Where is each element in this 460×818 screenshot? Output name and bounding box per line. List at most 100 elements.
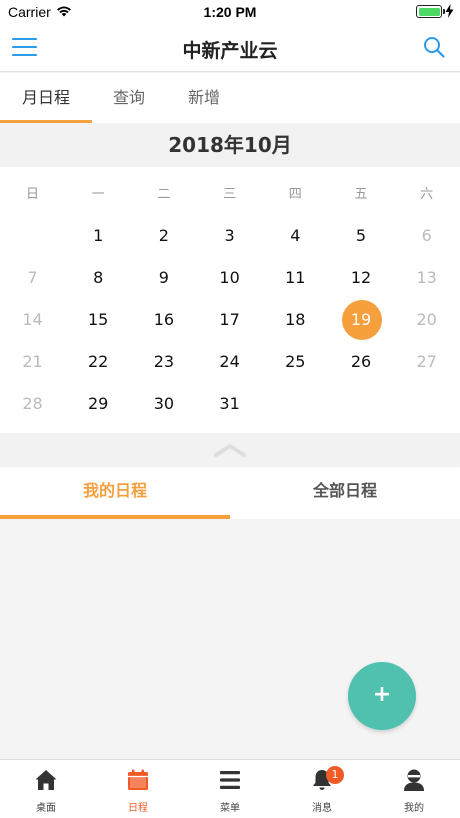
day-number: 12 (350, 268, 372, 287)
weekday-label: 一 (91, 187, 105, 202)
calendar-day[interactable]: 18 (263, 299, 328, 341)
battery-icon (416, 5, 445, 18)
tab-bar: 桌面 日程 菜单 1 消息 我的 (0, 759, 460, 818)
month-title: 2018年10月 (0, 123, 460, 167)
calendar: 2018年10月 日一二三四五六 1 2 3 4 5 6 7 8 9 10 11 12 13 14 15 16… (0, 123, 460, 433)
day-number: 10 (219, 268, 240, 287)
weekday-header: 日一二三四五六 (0, 183, 460, 203)
day-number: 28 (22, 394, 43, 413)
day-number: 15 (88, 310, 109, 329)
calendar-day[interactable]: 26 (329, 341, 394, 383)
calendar-day[interactable]: 2 (131, 215, 196, 257)
tab-bar-menu[interactable]: 菜单 (184, 760, 276, 818)
tab-bar-label: 消息 (312, 803, 332, 814)
calendar-day[interactable]: 5 (329, 215, 394, 257)
day-number: 11 (285, 268, 306, 287)
message-count-badge: 1 (326, 766, 344, 784)
calendar-day[interactable]: 7 (0, 257, 65, 299)
weekday-label: 四 (288, 187, 302, 202)
tab-all-schedule[interactable]: 全部日程 (230, 467, 460, 519)
day-number: 13 (416, 268, 437, 287)
weekday-label: 二 (157, 187, 171, 202)
calendar-day[interactable]: 1 (66, 215, 131, 257)
page-title: 中新产业云 (182, 40, 278, 62)
day-number: 14 (22, 310, 43, 329)
tab-bar-label: 日程 (128, 803, 148, 814)
calendar-day[interactable]: 27 (394, 341, 459, 383)
tab-bar-desktop[interactable]: 桌面 (0, 760, 92, 818)
weekday-label: 三 (223, 187, 237, 202)
calendar-day[interactable]: 13 (394, 257, 459, 299)
day-number: 19 (350, 310, 372, 329)
day-number: 2 (158, 226, 169, 245)
day-number: 1 (93, 226, 104, 245)
tab-bar-messages[interactable]: 1 消息 (276, 760, 368, 818)
tab-monthly-schedule[interactable]: 月日程 (0, 73, 92, 123)
calendar-day[interactable]: 11 (263, 257, 328, 299)
tab-query[interactable]: 查询 (92, 73, 166, 123)
menu-list-icon (220, 771, 240, 789)
day-number: 5 (355, 226, 367, 245)
tab-bar-label: 桌面 (36, 803, 56, 814)
day-number: 16 (153, 310, 175, 329)
chevron-up-icon[interactable] (214, 443, 246, 457)
status-bar: Carrier 1:20 PM (0, 0, 460, 24)
calendar-day[interactable]: 17 (197, 299, 262, 341)
calendar-day[interactable]: 15 (66, 299, 131, 341)
day-number: 8 (93, 268, 104, 287)
weekday-label: 日 (25, 187, 39, 202)
day-number: 27 (416, 352, 437, 371)
calendar-day[interactable]: 30 (131, 383, 196, 425)
tab-bar-profile[interactable]: 我的 (368, 760, 460, 818)
weekday-label: 五 (354, 187, 368, 202)
day-number: 24 (219, 352, 240, 371)
calendar-day[interactable]: 23 (131, 341, 196, 383)
day-number: 9 (158, 268, 169, 287)
day-number: 21 (22, 352, 43, 371)
day-number: 26 (350, 352, 372, 371)
calendar-day[interactable]: 14 (0, 299, 65, 341)
calendar-day[interactable]: 16 (131, 299, 196, 341)
calendar-day[interactable]: 20 (394, 299, 459, 341)
day-number: 20 (416, 310, 437, 329)
calendar-day[interactable]: 21 (0, 341, 65, 383)
calendar-day[interactable]: 28 (0, 383, 65, 425)
calendar-day[interactable]: 4 (263, 215, 328, 257)
calendar-day[interactable]: 8 (66, 257, 131, 299)
day-number: 18 (285, 310, 306, 329)
tab-add[interactable]: 新增 (166, 73, 242, 123)
day-number: 22 (88, 352, 109, 371)
calendar-day[interactable]: 9 (131, 257, 196, 299)
day-number: 6 (421, 226, 432, 245)
day-number: 17 (219, 310, 240, 329)
day-number: 23 (153, 352, 175, 371)
calendar-day[interactable]: 12 (329, 257, 394, 299)
day-number: 31 (219, 394, 240, 413)
calendar-day[interactable]: 31 (197, 383, 262, 425)
search-icon[interactable] (422, 35, 446, 59)
tab-bar-label: 菜单 (220, 803, 240, 814)
home-icon (35, 770, 57, 790)
calendar-day-selected[interactable]: 19 (329, 299, 394, 341)
calendar-day[interactable]: 6 (394, 215, 459, 257)
day-number: 25 (285, 352, 306, 371)
day-number: 29 (88, 394, 109, 413)
day-number: 7 (27, 268, 38, 287)
calendar-day[interactable]: 10 (197, 257, 262, 299)
status-time: 1:20 PM (203, 4, 257, 20)
calendar-day[interactable]: 24 (197, 341, 262, 383)
tab-my-schedule[interactable]: 我的日程 (0, 467, 230, 519)
day-number: 4 (290, 226, 301, 245)
calendar-day[interactable]: 3 (197, 215, 262, 257)
nav-bar: 中新产业云 (0, 24, 460, 72)
schedule-tabs: 我的日程 全部日程 (0, 467, 460, 519)
calendar-day[interactable]: 25 (263, 341, 328, 383)
add-schedule-button[interactable]: + (348, 662, 416, 730)
charging-icon (445, 4, 454, 18)
day-number: 3 (224, 226, 235, 245)
profile-icon (404, 769, 424, 791)
calendar-day[interactable]: 29 (66, 383, 131, 425)
weekday-label: 六 (420, 187, 434, 202)
calendar-day[interactable]: 22 (66, 341, 131, 383)
tab-bar-schedule[interactable]: 日程 (92, 760, 184, 818)
